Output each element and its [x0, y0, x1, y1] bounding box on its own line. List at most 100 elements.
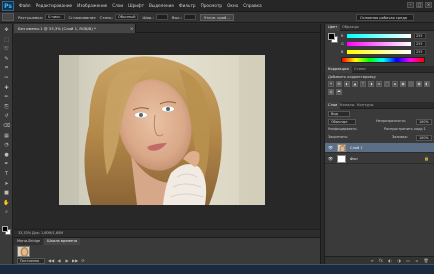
- zoom-icon[interactable]: ⌕: [3, 209, 10, 216]
- style-select[interactable]: Обычный: [114, 14, 139, 20]
- tab-adjustments[interactable]: Коррекция: [325, 66, 352, 73]
- menu-filter[interactable]: Фильтр: [179, 3, 196, 8]
- frame-thumbnail[interactable]: [17, 246, 30, 257]
- crop-icon[interactable]: ⌗: [3, 65, 10, 72]
- adjustment-5-icon[interactable]: ▽: [360, 81, 366, 87]
- tab-paths[interactable]: Контуры: [354, 102, 376, 109]
- adjustment-7-icon[interactable]: ⚖: [376, 81, 382, 87]
- opacity-input[interactable]: 100%: [416, 118, 432, 125]
- menu-select[interactable]: Выделение: [149, 3, 174, 8]
- pen-icon[interactable]: ✒: [3, 161, 10, 168]
- blue-slider[interactable]: [347, 50, 411, 54]
- foreground-color-swatch[interactable]: [2, 226, 8, 232]
- history-brush-icon[interactable]: ↺: [3, 113, 10, 120]
- layers-footer: ∞ fx ◐ ◑ ▭ ▫ 🗑: [325, 256, 434, 264]
- green-label: G: [341, 42, 344, 46]
- antialias-checkbox[interactable]: Сглаживание: [69, 15, 96, 20]
- red-value[interactable]: 255: [414, 33, 426, 39]
- canvas-area[interactable]: [14, 34, 320, 229]
- fill-input[interactable]: 100%: [416, 134, 432, 141]
- menu-type[interactable]: Шрифт: [128, 3, 144, 8]
- path-select-icon[interactable]: ➤: [3, 181, 10, 188]
- gradient-icon[interactable]: ▦: [3, 133, 10, 140]
- height-input[interactable]: [184, 14, 197, 20]
- tool-preset-picker[interactable]: [2, 13, 14, 21]
- close-window-button[interactable]: ×: [425, 2, 432, 8]
- dodge-icon[interactable]: ●: [3, 152, 10, 159]
- healing-icon[interactable]: ✚: [3, 85, 10, 92]
- tab-swatches[interactable]: Образцы: [339, 24, 362, 31]
- color-panel: Цвет Образцы R 255 G 255 B 255: [324, 24, 434, 66]
- tools-panel: ✥ ⬚ ➰ ✎ ⌗ ✑ ✚ ✏ ⎘ ↺ ⌫ ▦ ◔ ● ✒ T ➤ ■ ✋ ⌕: [0, 24, 13, 264]
- workspace-select[interactable]: Основная рабочая среда: [356, 14, 414, 21]
- tab-styles[interactable]: Стили: [351, 66, 369, 73]
- options-bar: Растушевка: 0 пикс. Сглаживание Стиль: О…: [0, 12, 434, 23]
- clone-stamp-icon[interactable]: ⎘: [3, 104, 10, 111]
- move-icon[interactable]: ✥: [3, 27, 10, 34]
- maximize-button[interactable]: □: [416, 2, 423, 8]
- adjustment-icons: ☀ ▤ ◐ ▲ ▽ ◑ ⚖ □ ◈ ▣ ◫ ▦ ◧ ▥ ⬒: [328, 81, 432, 97]
- shape-icon[interactable]: ■: [3, 190, 10, 197]
- eyedropper-icon[interactable]: ✑: [3, 75, 10, 82]
- adjustment-3-icon[interactable]: ◐: [344, 81, 350, 87]
- document-tab-bar: Без имени-1 @ 33,3% (Слой 1, RGB/8) * ×: [14, 24, 320, 33]
- width-input[interactable]: [155, 14, 168, 20]
- eraser-icon[interactable]: ⌫: [3, 123, 10, 130]
- menu-view[interactable]: Просмотр: [201, 3, 223, 8]
- style-label: Стиль:: [99, 14, 113, 20]
- menu-edit[interactable]: Редактирование: [36, 3, 73, 8]
- photo-image[interactable]: [59, 55, 265, 205]
- adjustment-13-icon[interactable]: ◧: [424, 81, 430, 87]
- layer-kind-select[interactable]: Вид: [328, 110, 350, 117]
- hand-icon[interactable]: ✋: [3, 200, 10, 207]
- add-adjustment-label: Добавить корректировку: [328, 75, 376, 79]
- red-slider[interactable]: [347, 34, 411, 38]
- menu-layers[interactable]: Слои: [112, 3, 123, 8]
- lock-label: Закрепить:: [328, 135, 349, 139]
- marquee-icon[interactable]: ⬚: [3, 37, 10, 44]
- tab-mini-bridge[interactable]: Мини-Bridge: [14, 238, 44, 245]
- adjustment-8-icon[interactable]: □: [384, 81, 390, 87]
- adjustment-11-icon[interactable]: ◫: [408, 81, 414, 87]
- close-document-icon[interactable]: ×: [130, 24, 133, 33]
- type-icon[interactable]: T: [3, 171, 10, 178]
- menu-image[interactable]: Изображение: [77, 3, 107, 8]
- blue-value[interactable]: 255: [414, 49, 426, 55]
- adjustment-1-icon[interactable]: ☀: [328, 81, 334, 87]
- blend-mode-select[interactable]: Обычные: [328, 118, 356, 125]
- menu-help[interactable]: Справка: [243, 3, 261, 8]
- menu-window[interactable]: Окно: [227, 3, 238, 8]
- layer-row-layer1[interactable]: 👁 Слой 1: [325, 143, 434, 153]
- adjustment-12-icon[interactable]: ▦: [416, 81, 422, 87]
- adjustment-9-icon[interactable]: ◈: [392, 81, 398, 87]
- adjustment-4-icon[interactable]: ▲: [352, 81, 358, 87]
- visibility-eye-icon[interactable]: 👁: [328, 156, 333, 162]
- green-value[interactable]: 255: [414, 41, 426, 47]
- adjustment-2-icon[interactable]: ▤: [336, 81, 342, 87]
- adjustment-10-icon[interactable]: ▣: [400, 81, 406, 87]
- color-panel-foreground-swatch[interactable]: [328, 33, 335, 40]
- feather-input[interactable]: 0 пикс.: [45, 14, 65, 20]
- tab-color[interactable]: Цвет: [325, 24, 341, 31]
- refine-edge-button[interactable]: Уточн. край...: [200, 13, 234, 21]
- layer-row-background[interactable]: 👁 Фон 🔒: [325, 154, 434, 164]
- green-slider[interactable]: [347, 42, 411, 46]
- lasso-icon[interactable]: ➰: [3, 46, 10, 53]
- color-spectrum-bar[interactable]: [341, 57, 425, 63]
- height-label: Выс.:: [171, 14, 183, 20]
- minimize-button[interactable]: –: [407, 2, 414, 8]
- adjustment-14-icon[interactable]: ▥: [328, 89, 334, 95]
- menu-file[interactable]: Файл: [19, 3, 31, 8]
- red-slider-row: R 255: [341, 33, 431, 39]
- timeline-panel: Мини-Bridge Шкала времени Постоянно ◀◀ ◀…: [14, 237, 320, 264]
- tab-timeline[interactable]: Шкала времени: [44, 238, 81, 245]
- brush-icon[interactable]: ✏: [3, 94, 10, 101]
- quick-select-icon[interactable]: ✎: [3, 56, 10, 63]
- adjustment-15-icon[interactable]: ⬒: [336, 89, 342, 95]
- document-tab[interactable]: Без имени-1 @ 33,3% (Слой 1, RGB/8) *: [14, 24, 136, 33]
- menu-bar: Ps Файл Редактирование Изображение Слои …: [0, 0, 434, 12]
- propagate-frame-checkbox[interactable]: Распространить кадр 1: [384, 126, 426, 133]
- visibility-eye-icon[interactable]: 👁: [328, 145, 333, 151]
- adjustment-6-icon[interactable]: ◑: [368, 81, 374, 87]
- blur-icon[interactable]: ◔: [3, 142, 10, 149]
